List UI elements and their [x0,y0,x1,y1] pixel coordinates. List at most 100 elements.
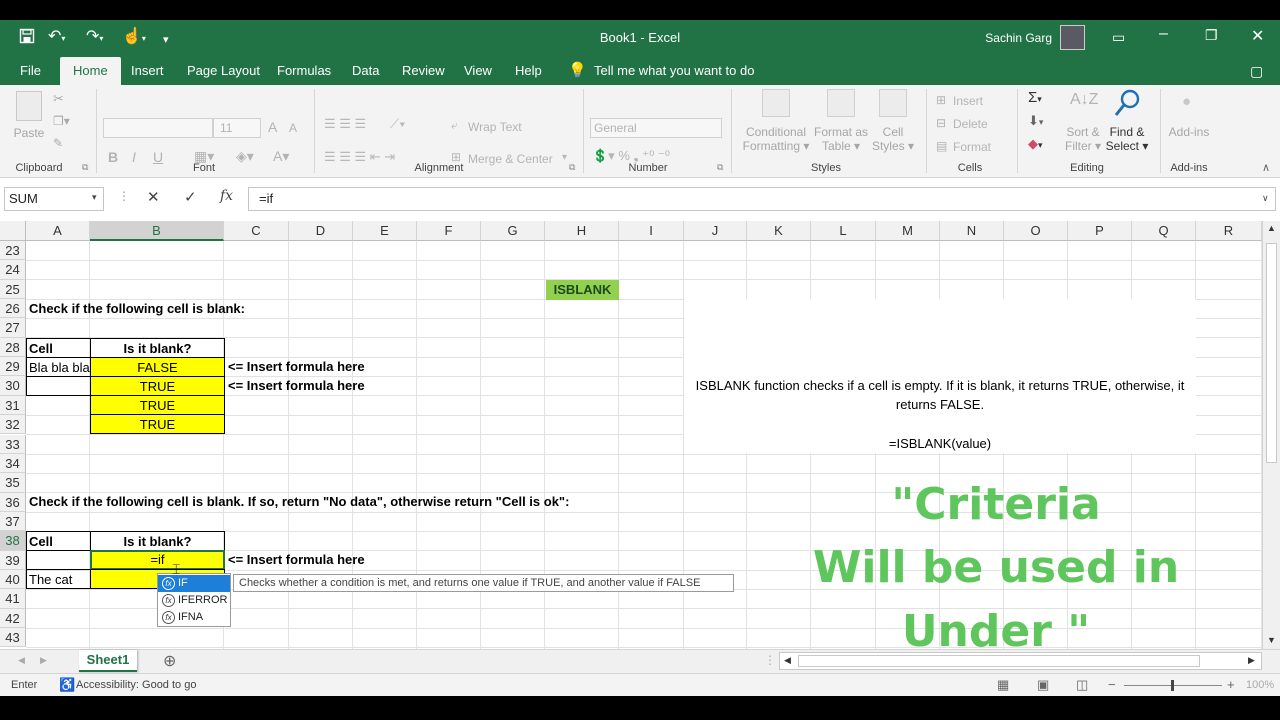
column-header-d[interactable]: D [289,221,353,241]
tell-me-search[interactable]: Tell me what you want to do [594,57,754,85]
row-header-23[interactable]: 23 [0,241,26,261]
page-break-view-icon[interactable]: ◫ [1076,677,1088,693]
column-header-m[interactable]: M [876,221,940,241]
orientation-icon[interactable]: ⟋▾ [390,116,405,132]
cell-b28[interactable]: FALSE [90,357,225,377]
expand-formula-icon[interactable]: ∨ [1262,193,1269,204]
worksheet-grid[interactable]: ABCDEFGHIJKLMNOPQR 23 24 25 26 27 28 29 30 31 32 3… [0,221,1262,649]
ribbon-display-icon[interactable]: ▭ [1112,29,1125,46]
column-header-g[interactable]: G [481,221,545,241]
cell-a29[interactable] [26,376,91,396]
zoom-level[interactable]: 100% [1246,679,1274,691]
wrap-text-button[interactable]: Wrap Text [468,120,522,134]
format-cells-button[interactable]: Format [953,140,991,154]
dialog-launcher-icon[interactable]: ⧉ [717,162,723,173]
column-header-j[interactable]: J [684,221,747,241]
row-header-36[interactable]: 36 [0,492,26,512]
cell-a35[interactable]: Check if the following cell is blank. If… [29,492,569,511]
grow-font-icon[interactable]: A [268,119,277,135]
vertical-scrollbar[interactable]: ▲ ▼ [1262,221,1280,649]
restore-icon[interactable]: ❐ [1205,27,1218,44]
collapse-ribbon-icon[interactable]: ∧ [1262,161,1270,174]
cell-styles-button[interactable]: Cell Styles ▾ [865,125,921,153]
format-painter-icon[interactable]: ✎ [53,136,63,150]
split-handle-icon[interactable]: ⋮ [764,653,776,667]
insert-function-icon[interactable]: fx [220,188,233,204]
accessibility-status[interactable]: Accessibility: Good to go [76,679,196,691]
row-header-27[interactable]: 27 [0,318,26,338]
select-all-corner[interactable] [0,221,26,241]
vertical-scroll-thumb[interactable] [1266,243,1277,463]
tab-data[interactable]: Data [352,57,379,85]
page-layout-view-icon[interactable]: ▣ [1037,677,1049,693]
undo-icon[interactable]: ↶▾ [48,28,65,48]
cell-a39[interactable]: The cat [26,569,91,589]
autocomplete-item-iferror[interactable]: fx IFERROR [158,592,230,609]
minimize-icon[interactable]: – [1159,25,1168,43]
column-header-l[interactable]: L [811,221,876,241]
format-as-table-button[interactable]: Format as Table ▾ [810,125,872,153]
active-cell-b38[interactable]: =if [90,550,225,570]
tab-formulas[interactable]: Formulas [277,57,331,85]
column-header-e[interactable]: E [353,221,417,241]
column-header-k[interactable]: K [747,221,811,241]
column-header-i[interactable]: I [619,221,684,241]
column-header-f[interactable]: F [417,221,481,241]
row-header-38[interactable]: 38 [0,531,26,551]
row-header-41[interactable]: 41 [0,589,26,609]
redo-icon[interactable]: ↷▾ [86,28,103,48]
find-select-button[interactable]: Find & Select ▾ [1102,125,1152,153]
row-header-39[interactable]: 39 [0,550,26,570]
zoom-out-icon[interactable]: − [1108,677,1116,692]
column-header-q[interactable]: Q [1132,221,1196,241]
tab-home[interactable]: Home [60,57,121,85]
autocomplete-item-ifna[interactable]: fx IFNA [158,609,230,626]
tab-help[interactable]: Help [515,57,542,85]
dialog-launcher-icon[interactable]: ⧉ [82,162,88,173]
font-size-box[interactable]: 11 [213,118,261,138]
name-box[interactable]: SUM [4,187,104,211]
isblank-title[interactable]: ISBLANK [546,280,619,300]
autosum-icon[interactable]: Σ▾ [1028,89,1042,106]
column-header-p[interactable]: P [1068,221,1132,241]
next-sheet-icon[interactable]: ▶ [40,655,47,666]
row-header-37[interactable]: 37 [0,511,26,532]
prev-sheet-icon[interactable]: ◀ [18,655,25,666]
cut-icon[interactable]: ✂ [53,91,64,107]
copy-icon[interactable]: ❐▾ [53,114,70,128]
cell-b31[interactable]: TRUE [90,414,225,434]
zoom-slider-thumb[interactable] [1171,680,1174,691]
row-header-35[interactable]: 35 [0,473,26,493]
row-header-32[interactable]: 32 [0,415,26,435]
row-header-28[interactable]: 28 [0,337,26,358]
cancel-icon[interactable]: ✕ [147,188,160,206]
tab-review[interactable]: Review [402,57,445,85]
cell-a28[interactable]: Bla bla bla [26,357,91,377]
column-header-o[interactable]: O [1004,221,1068,241]
row-header-24[interactable]: 24 [0,260,26,280]
normal-view-icon[interactable]: ▦ [997,677,1009,693]
autocomplete-item-if[interactable]: fx IF [158,575,230,592]
cell-a37[interactable]: Cell [26,531,91,551]
tab-file[interactable]: File [20,57,41,85]
conditional-formatting-button[interactable]: Conditional Formatting ▾ [738,125,814,153]
column-header-b[interactable]: B [90,221,224,241]
comments-icon[interactable]: ▢ [1250,57,1263,85]
cell-b37[interactable]: Is it blank? [90,531,225,551]
row-header-33[interactable]: 33 [0,434,26,454]
scroll-right-icon[interactable]: ▶ [1248,655,1255,666]
customize-toolbar-icon[interactable]: ▾ [163,31,169,49]
save-icon[interactable] [19,28,35,49]
cell-a27[interactable]: Cell [26,338,91,358]
row-header-42[interactable]: 42 [0,608,26,628]
cell-a25[interactable]: Check if the following cell is blank: [29,299,245,318]
delete-cells-button[interactable]: Delete [953,117,988,131]
user-name[interactable]: Sachin Garg [960,31,1052,45]
cell-c29[interactable]: <= Insert formula here [228,376,365,395]
add-sheet-icon[interactable]: ⊕ [163,651,176,671]
cell-b29[interactable]: TRUE [90,376,225,396]
formula-input[interactable]: =if [248,187,1276,211]
number-format-box[interactable]: General [590,118,722,138]
font-name-box[interactable] [103,118,213,138]
column-header-r[interactable]: R [1196,221,1262,241]
